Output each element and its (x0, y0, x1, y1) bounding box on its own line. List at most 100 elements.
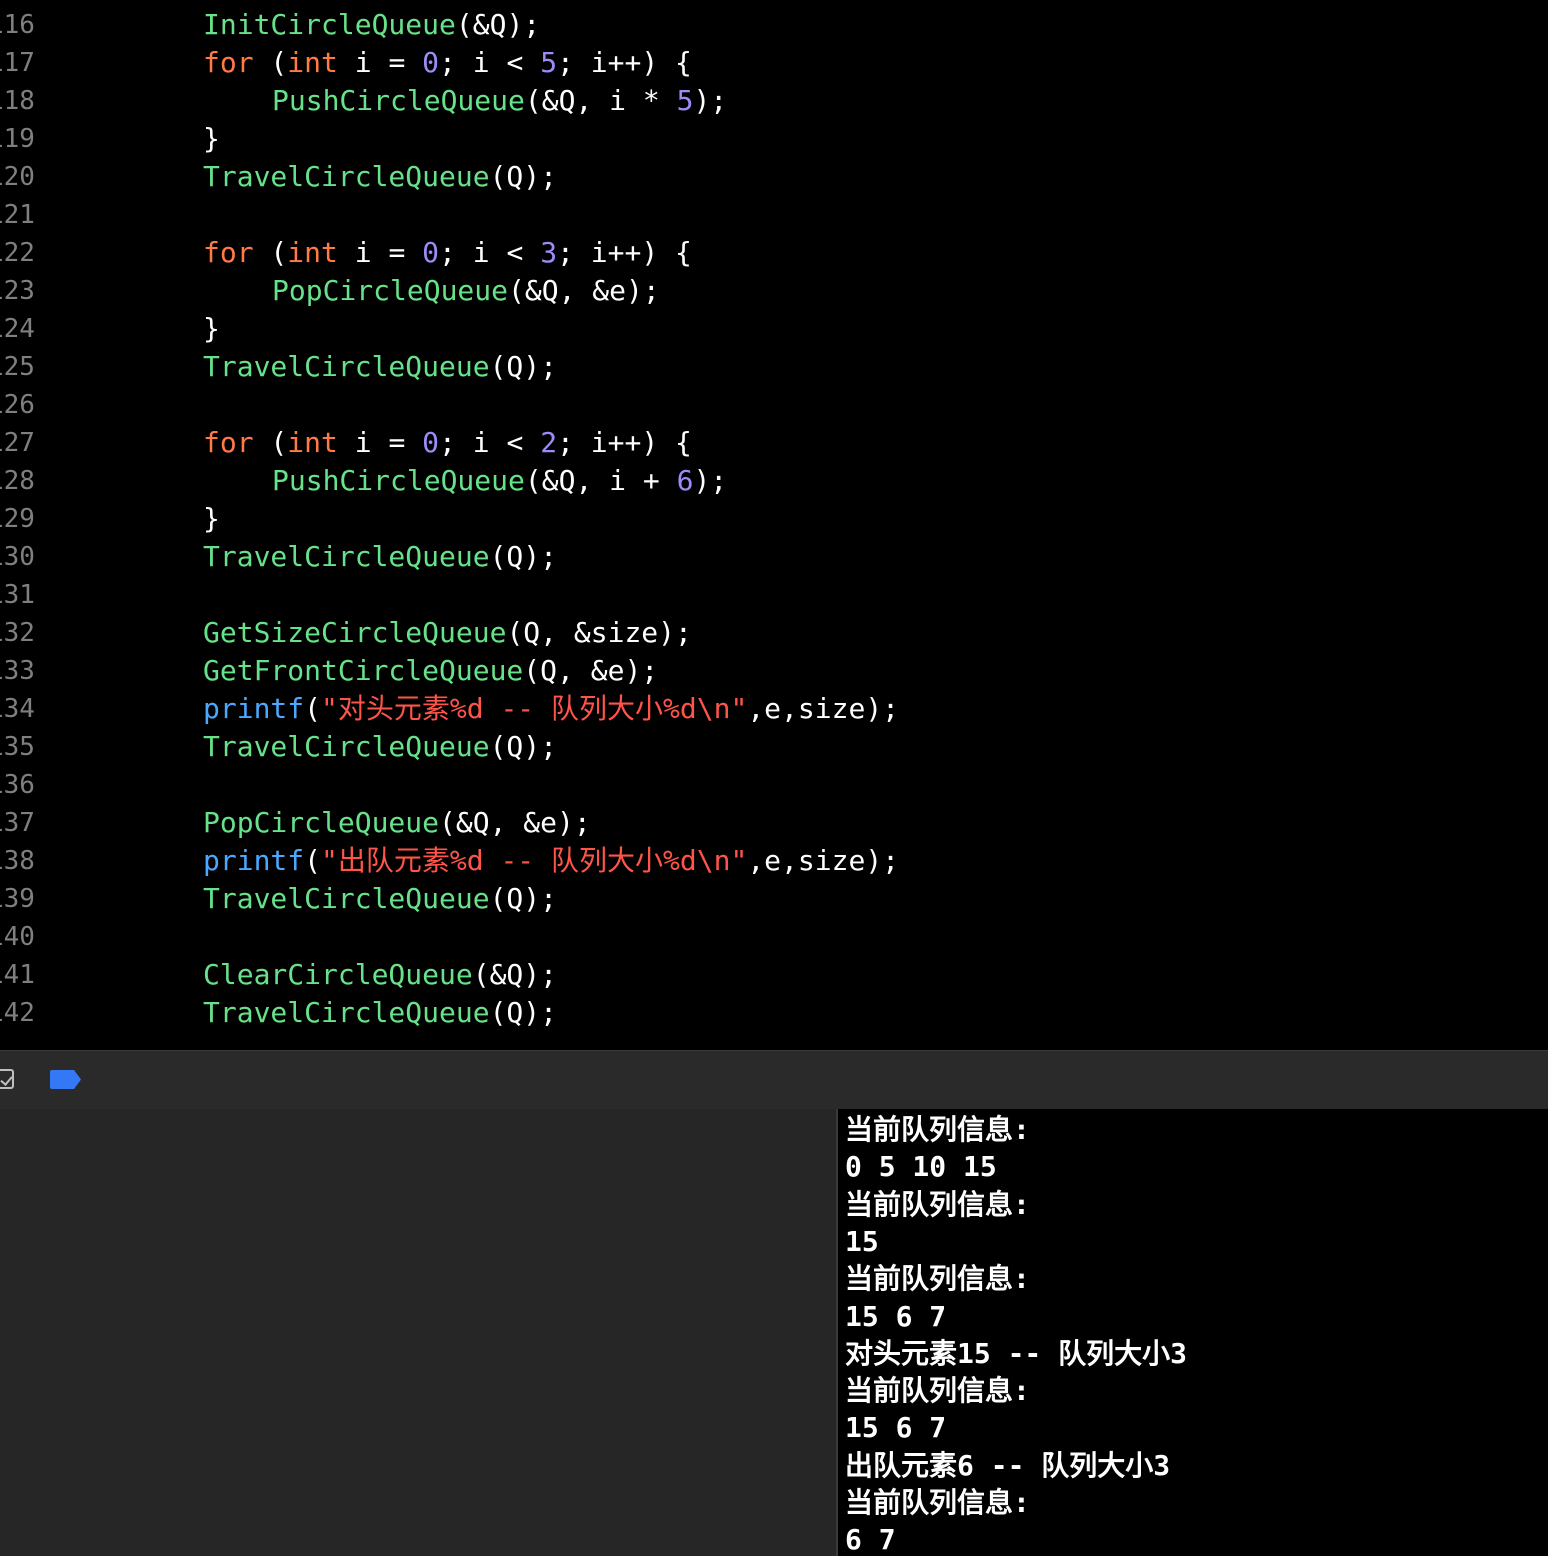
code-line[interactable]: 125 TravelCircleQueue(Q); (0, 348, 1548, 386)
code-token: (&Q); (455, 8, 541, 41)
code-line[interactable]: 118 PushCircleQueue(&Q, i * 5); (0, 82, 1548, 120)
code-line[interactable]: 132 GetSizeCircleQueue(Q, &size); (0, 614, 1548, 652)
line-number[interactable]: 126 (0, 386, 48, 424)
code-token: PushCircleQueue (272, 464, 525, 497)
code-token: int (287, 46, 338, 79)
line-number[interactable]: 116 (0, 6, 48, 44)
line-number[interactable]: 131 (0, 576, 48, 614)
code-token: TravelCircleQueue (203, 540, 490, 573)
code-line[interactable]: 138 printf("出队元素%d -- 队列大小%d\n",e,size); (0, 842, 1548, 880)
line-number[interactable]: 117 (0, 44, 48, 82)
code-line[interactable]: 127 for (int i = 0; i < 2; i++) { (0, 424, 1548, 462)
code-token: (Q); (489, 730, 558, 763)
code-text: } (203, 500, 220, 538)
code-token: ; i++) { (557, 236, 692, 269)
line-number[interactable]: 132 (0, 614, 48, 652)
line-number[interactable]: 130 (0, 538, 48, 576)
code-token: (Q, &e); (523, 654, 659, 687)
code-token: (&Q, &e); (508, 274, 660, 307)
code-line[interactable]: 141 ClearCircleQueue(&Q); (0, 956, 1548, 994)
code-editor[interactable]: 116InitCircleQueue(&Q);117for (int i = 0… (0, 0, 1548, 1050)
code-token: (Q, &size); (506, 616, 692, 649)
line-number[interactable]: 142 (0, 994, 48, 1032)
code-token: "出队元素%d -- 队列大小%d\n" (321, 844, 748, 877)
code-token: ( (304, 692, 322, 725)
code-line[interactable]: 134 printf("对头元素%d -- 队列大小%d\n",e,size); (0, 690, 1548, 728)
code-line[interactable]: 129} (0, 500, 1548, 538)
variables-pane[interactable] (0, 1109, 836, 1556)
line-number[interactable]: 121 (0, 196, 48, 234)
line-number[interactable]: 141 (0, 956, 48, 994)
line-number[interactable]: 122 (0, 234, 48, 272)
line-number[interactable]: 139 (0, 880, 48, 918)
code-token: } (203, 122, 220, 155)
code-text: PopCircleQueue(&Q, &e); (203, 804, 591, 842)
code-token: ( (253, 236, 288, 269)
code-token: 2 (540, 426, 558, 459)
line-number[interactable]: 119 (0, 120, 48, 158)
code-token: ); (693, 84, 728, 117)
line-number[interactable]: 137 (0, 804, 48, 842)
line-number[interactable]: 136 (0, 766, 48, 804)
code-line[interactable]: 123 PopCircleQueue(&Q, &e); (0, 272, 1548, 310)
code-line[interactable]: 126 (0, 386, 1548, 424)
line-number[interactable]: 120 (0, 158, 48, 196)
line-number[interactable]: 129 (0, 500, 48, 538)
line-number[interactable]: 125 (0, 348, 48, 386)
console-line: 15 6 7 (845, 1299, 947, 1333)
code-text: ClearCircleQueue(&Q); (203, 956, 557, 994)
line-number[interactable]: 118 (0, 82, 48, 120)
code-line[interactable]: 139 TravelCircleQueue(Q); (0, 880, 1548, 918)
code-line[interactable]: 116 InitCircleQueue(&Q); (0, 6, 1548, 44)
code-text: TravelCircleQueue(Q); (203, 994, 557, 1032)
code-line[interactable]: 130 TravelCircleQueue(Q); (0, 538, 1548, 576)
code-line[interactable]: 117 for (int i = 0; i < 5; i++) { (0, 44, 1548, 82)
code-line[interactable]: 133 GetFrontCircleQueue(Q, &e); (0, 652, 1548, 690)
line-number[interactable]: 133 (0, 652, 48, 690)
code-token: printf (203, 844, 305, 877)
code-token: i = (337, 426, 423, 459)
code-line[interactable]: 122 for (int i = 0; i < 3; i++) { (0, 234, 1548, 272)
code-line[interactable]: 131 (0, 576, 1548, 614)
code-token: i = (337, 236, 423, 269)
code-token: (&Q); (472, 958, 558, 991)
code-token: ClearCircleQueue (203, 958, 473, 991)
code-line[interactable]: 136 (0, 766, 1548, 804)
code-token: ,e,size); (747, 692, 900, 725)
code-token: ; i < (439, 236, 541, 269)
console-output[interactable]: 当前队列信息: 0 5 10 15 当前队列信息: 15 当前队列信息: 15 6 7 对头… (838, 1109, 1548, 1556)
code-token: ; i < (439, 426, 541, 459)
xcode-window: 116InitCircleQueue(&Q);117for (int i = 0… (0, 0, 1548, 1556)
debug-bar (0, 1050, 1548, 1110)
line-number[interactable]: 124 (0, 310, 48, 348)
code-line[interactable]: 140 (0, 918, 1548, 956)
checkbox-icon[interactable] (0, 1069, 14, 1089)
code-line[interactable]: 137 PopCircleQueue(&Q, &e); (0, 804, 1548, 842)
breakpoint-icon[interactable] (50, 1070, 81, 1089)
code-line[interactable]: 119} (0, 120, 1548, 158)
line-number[interactable]: 128 (0, 462, 48, 500)
code-line[interactable]: 121 (0, 196, 1548, 234)
code-line[interactable]: 120 TravelCircleQueue(Q); (0, 158, 1548, 196)
code-line[interactable]: 135 TravelCircleQueue(Q); (0, 728, 1548, 766)
code-line[interactable]: 142 TravelCircleQueue(Q); (0, 994, 1548, 1032)
line-number[interactable]: 140 (0, 918, 48, 956)
code-line[interactable]: 128 PushCircleQueue(&Q, i + 6); (0, 462, 1548, 500)
code-text: InitCircleQueue(&Q); (203, 6, 540, 44)
console-line: 出队元素6 -- 队列大小3 (845, 1448, 1171, 1482)
code-line[interactable]: 124} (0, 310, 1548, 348)
code-token: 3 (540, 236, 558, 269)
code-token: ( (253, 426, 288, 459)
code-token: i = (337, 46, 423, 79)
code-token: for (203, 426, 254, 459)
line-number[interactable]: 127 (0, 424, 48, 462)
code-token: 5 (540, 46, 558, 79)
code-token: } (203, 312, 220, 345)
line-number[interactable]: 134 (0, 690, 48, 728)
code-token: 0 (422, 46, 440, 79)
code-token: 0 (422, 236, 440, 269)
console-line: 6 7 (845, 1523, 896, 1556)
line-number[interactable]: 123 (0, 272, 48, 310)
line-number[interactable]: 138 (0, 842, 48, 880)
line-number[interactable]: 135 (0, 728, 48, 766)
